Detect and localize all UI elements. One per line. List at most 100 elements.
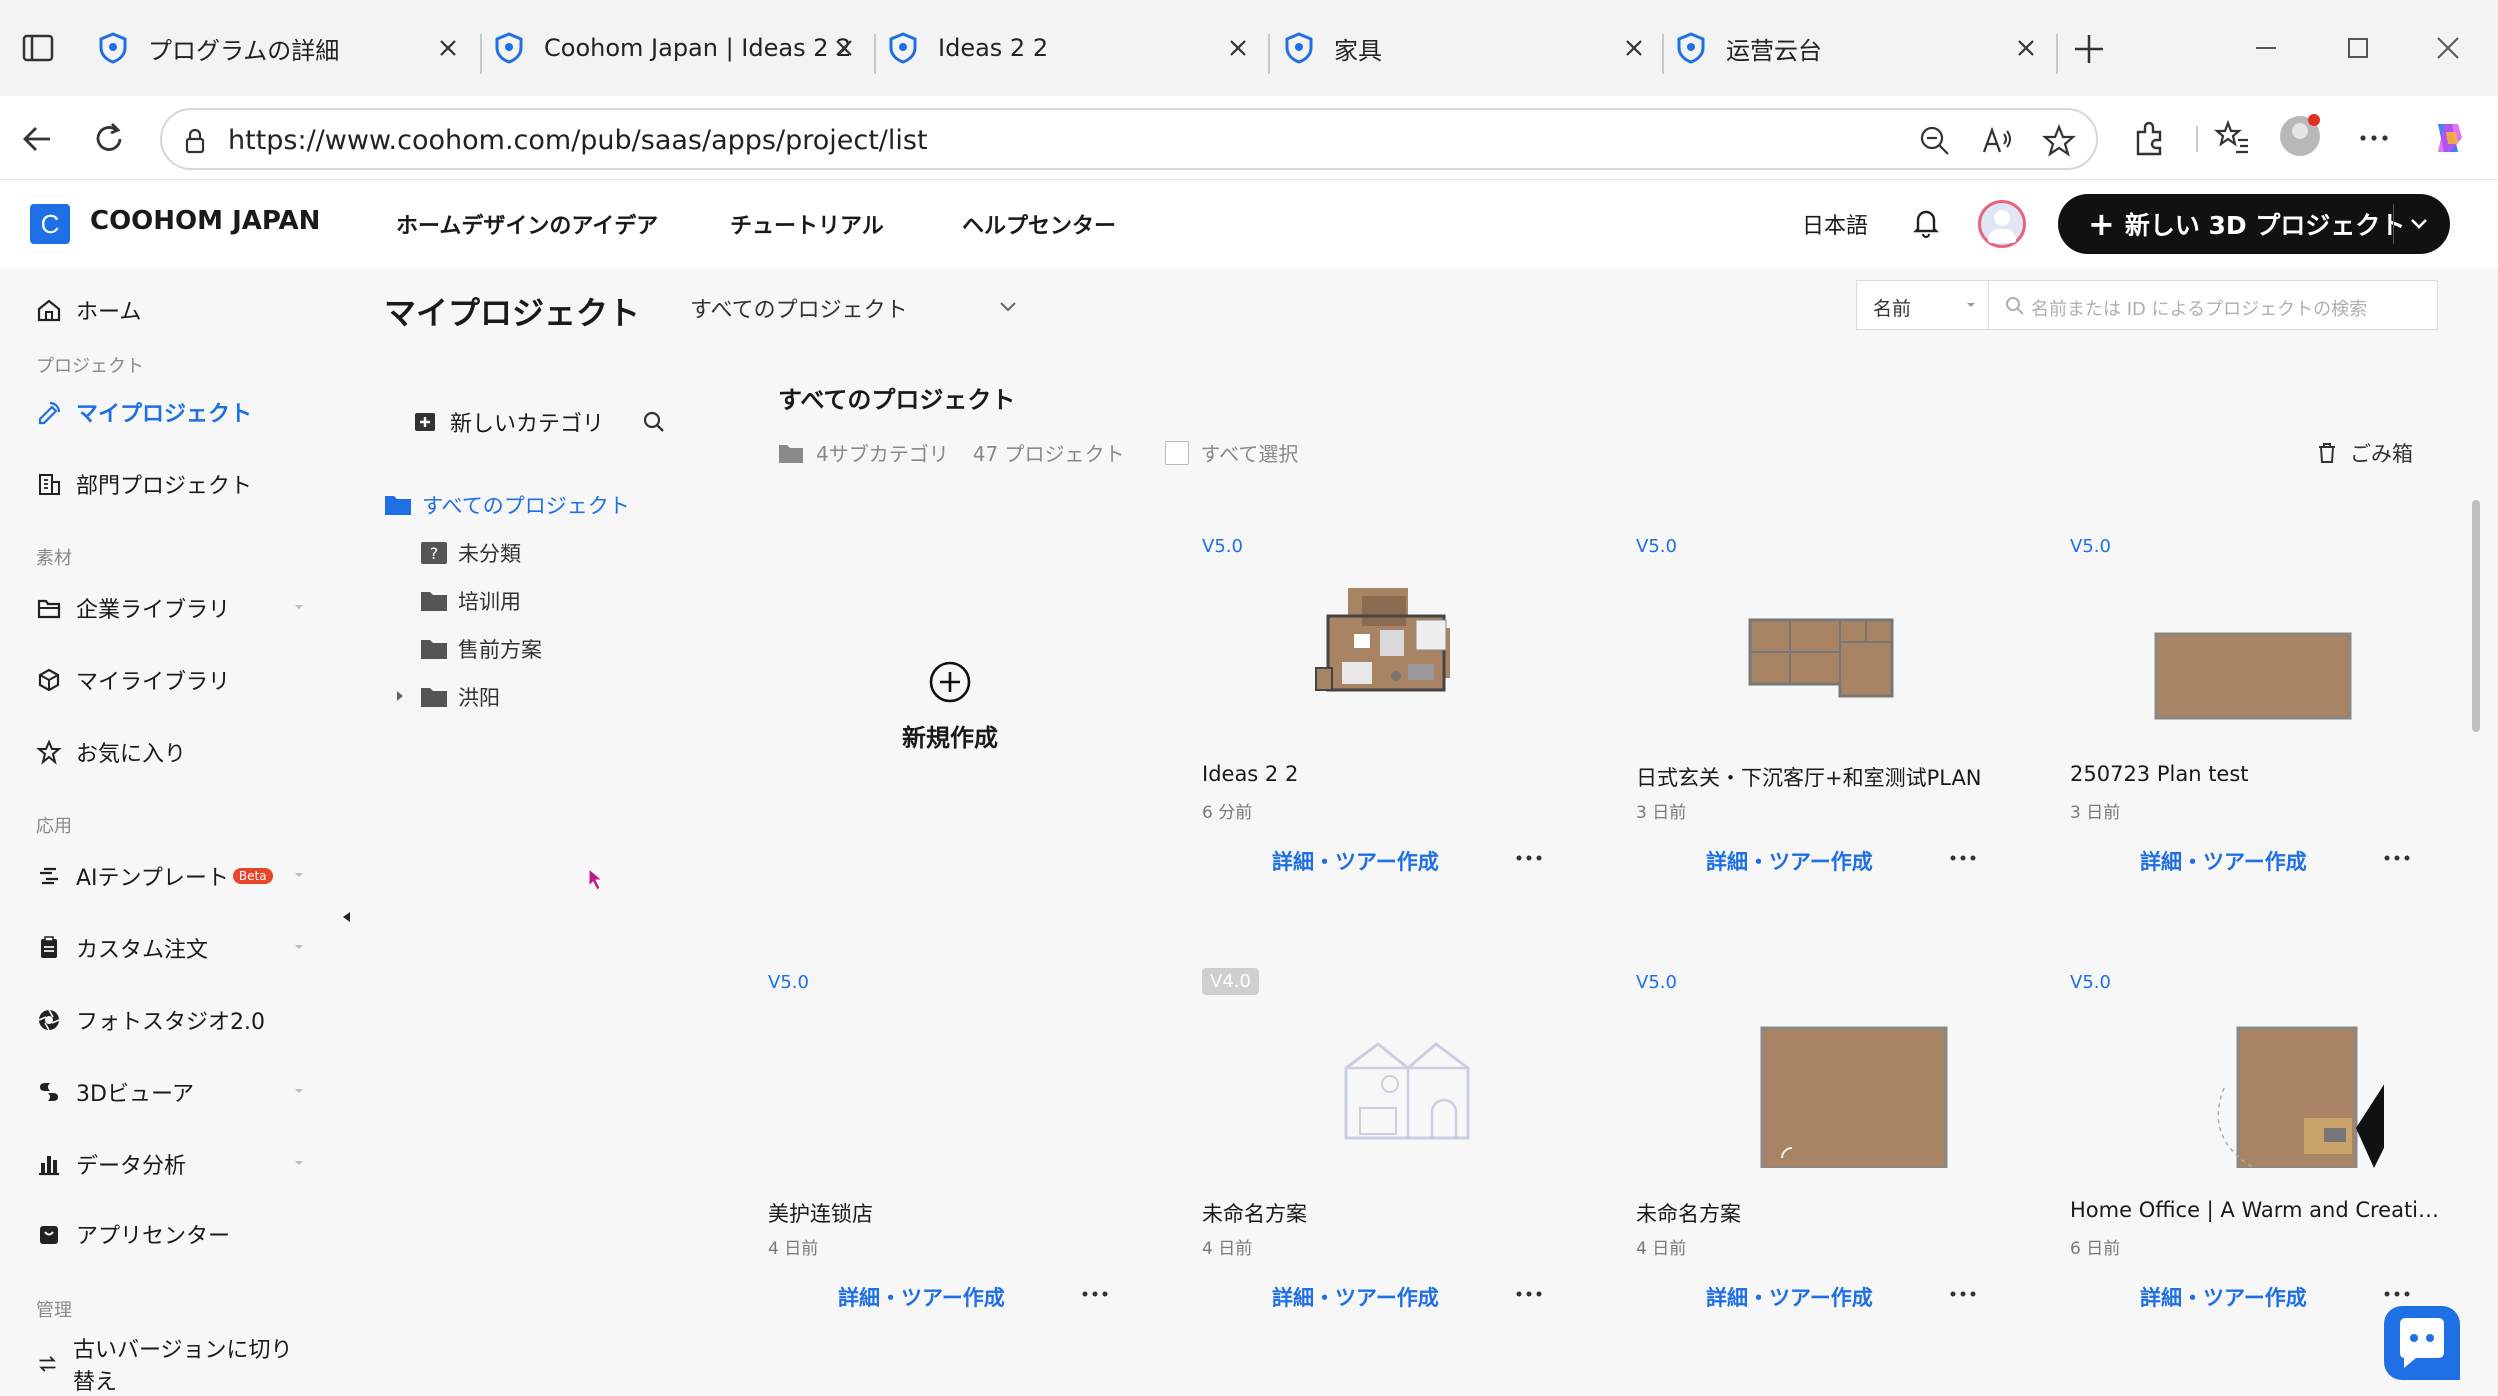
tree-item-uncategorized[interactable]: ? 未分類 — [420, 538, 521, 568]
profile-avatar[interactable] — [2280, 114, 2320, 156]
detail-tour-link[interactable]: 詳細・ツアー作成 — [838, 1282, 1005, 1312]
url-field[interactable]: https://www.coohom.com/pub/saas/apps/pro… — [160, 108, 2098, 170]
copilot-icon[interactable] — [2428, 118, 2468, 158]
sidebar-item-custom-order[interactable]: カスタム注文 — [36, 928, 306, 968]
project-name[interactable]: 未命名方案 — [1636, 1198, 2016, 1228]
lock-icon[interactable] — [178, 124, 212, 158]
project-name[interactable]: Home Office | A Warm and Creative… — [2070, 1198, 2450, 1222]
favorite-star-icon[interactable] — [2042, 124, 2076, 158]
window-close-icon[interactable] — [2430, 30, 2466, 66]
more-icon[interactable] — [2382, 848, 2412, 868]
maximize-icon[interactable] — [2340, 30, 2376, 66]
back-icon[interactable] — [18, 120, 56, 158]
project-name[interactable]: 日式玄关・下沉客厅+和室测试PLAN — [1636, 762, 2016, 792]
tab-program-detail[interactable]: プログラムの詳細 — [96, 20, 474, 76]
new-tab-icon[interactable] — [2070, 30, 2108, 68]
tab-ops-platform[interactable]: 运营云台 — [1674, 20, 2052, 76]
caret-down-icon[interactable] — [292, 940, 306, 954]
project-search-input[interactable]: 名前または ID によるプロジェクトの検索 — [1988, 280, 2438, 330]
bell-icon[interactable] — [1908, 204, 1944, 240]
sidebar-item-dept-projects[interactable]: 部門プロジェクト — [36, 464, 306, 504]
project-card[interactable]: V4.0 未命名方案 4 日前 詳細・ツアー作成 — [1176, 968, 1580, 1372]
minimize-icon[interactable] — [2248, 30, 2284, 66]
project-name[interactable]: 美护连锁店 — [768, 1198, 1148, 1228]
more-icon[interactable] — [1948, 1284, 1978, 1304]
new-category-button[interactable]: 新しいカテゴリ — [412, 406, 604, 438]
sidebar-item-ai-template[interactable]: AIテンプレート Beta — [36, 856, 306, 896]
sidebar-item-enterprise-library[interactable]: 企業ライブラリ — [36, 588, 306, 628]
close-icon[interactable] — [1224, 34, 1252, 62]
more-icon[interactable] — [1948, 848, 1978, 868]
coohom-logo[interactable]: C — [30, 204, 70, 244]
language-selector[interactable]: 日本語 — [1802, 208, 1868, 240]
floorplan-thumbnail[interactable] — [2124, 572, 2384, 732]
detail-tour-link[interactable]: 詳細・ツアー作成 — [2140, 846, 2307, 876]
nav-help-center[interactable]: ヘルプセンター — [962, 208, 1116, 240]
more-icon[interactable] — [1514, 848, 1544, 868]
sidebar-item-my-library[interactable]: マイライブラリ — [36, 660, 306, 700]
tab-furniture[interactable]: 家具 — [1282, 20, 1660, 76]
nav-home-design-ideas[interactable]: ホームデザインのアイデア — [396, 208, 658, 240]
sidebar-item-data-analysis[interactable]: データ分析 — [36, 1144, 306, 1184]
sidebar-toggle-icon[interactable] — [20, 30, 56, 66]
collapse-sidebar-icon[interactable] — [340, 910, 354, 924]
project-name[interactable]: 250723 Plan test — [2070, 762, 2450, 786]
detail-tour-link[interactable]: 詳細・ツアー作成 — [1272, 846, 1439, 876]
sidebar-item-3d-viewer[interactable]: 3Dビューア — [36, 1072, 306, 1112]
tree-item-training[interactable]: 培训用 — [420, 586, 521, 616]
floorplan-thumbnail[interactable] — [1690, 572, 1950, 732]
select-all-checkbox[interactable] — [1164, 440, 1189, 465]
sidebar-item-old-version[interactable]: 古いバージョンに切り替え — [36, 1338, 306, 1395]
new-3d-project-button[interactable]: + 新しい 3D プロジェクト — [2058, 194, 2450, 254]
close-icon[interactable] — [830, 34, 858, 62]
caret-down-icon[interactable] — [292, 1156, 306, 1170]
tab-coohom-ideas[interactable]: Coohom Japan | Ideas 2 2 — [492, 20, 870, 76]
nav-tutorials[interactable]: チュートリアル — [730, 208, 884, 240]
sort-select[interactable]: 名前 — [1856, 280, 1990, 330]
trash-button[interactable]: ごみ箱 — [2316, 438, 2413, 468]
chevron-down-icon[interactable] — [2406, 210, 2432, 236]
close-icon[interactable] — [434, 34, 462, 62]
select-all-label[interactable]: すべて選択 — [1201, 438, 1299, 467]
caret-down-icon[interactable] — [292, 600, 306, 614]
caret-down-icon[interactable] — [292, 868, 306, 882]
sidebar-item-app-center[interactable]: アプリセンター — [36, 1214, 306, 1254]
favorites-list-icon[interactable] — [2212, 118, 2252, 158]
extensions-icon[interactable] — [2130, 118, 2170, 158]
more-icon[interactable] — [1514, 1284, 1544, 1304]
house-placeholder-thumbnail[interactable] — [1256, 1008, 1516, 1168]
sidebar-item-home[interactable]: ホーム — [36, 290, 306, 330]
more-icon[interactable] — [1080, 1284, 1110, 1304]
zoom-out-icon[interactable] — [1918, 124, 1952, 158]
reload-icon[interactable] — [90, 120, 128, 158]
tree-item-hongyang[interactable]: 洪阳 — [397, 682, 500, 712]
expand-caret-icon[interactable] — [394, 690, 406, 702]
user-avatar[interactable] — [1978, 200, 2026, 248]
tab-ideas[interactable]: Ideas 2 2 — [886, 20, 1264, 76]
brand-name[interactable]: COOHOM JAPAN — [90, 206, 320, 236]
empty-thumbnail[interactable] — [822, 1008, 1082, 1168]
chat-support-button[interactable] — [2384, 1306, 2460, 1380]
detail-tour-link[interactable]: 詳細・ツアー作成 — [2140, 1282, 2307, 1312]
close-icon[interactable] — [1620, 34, 1648, 62]
project-card[interactable]: V5.0 Ideas 2 2 6 分前 詳細・ツアー作成 — [1176, 536, 1580, 936]
detail-tour-link[interactable]: 詳細・ツアー作成 — [1706, 846, 1873, 876]
tree-item-presales[interactable]: 售前方案 — [420, 634, 542, 664]
floorplan-thumbnail[interactable] — [1256, 572, 1516, 732]
project-card[interactable]: V5.0 250723 Plan test 3 日前 詳細・ツアー作成 — [2044, 536, 2448, 936]
category-search-icon[interactable] — [640, 408, 668, 436]
detail-tour-link[interactable]: 詳細・ツアー作成 — [1272, 1282, 1439, 1312]
floorplan-thumbnail[interactable] — [2124, 1008, 2384, 1168]
caret-down-icon[interactable] — [292, 1084, 306, 1098]
project-name[interactable]: Ideas 2 2 — [1202, 762, 1582, 786]
read-aloud-icon[interactable] — [1980, 124, 2014, 158]
sidebar-item-photo-studio[interactable]: フォトスタジオ2.0 — [36, 1000, 306, 1040]
detail-tour-link[interactable]: 詳細・ツアー作成 — [1706, 1282, 1873, 1312]
close-icon[interactable] — [2012, 34, 2040, 62]
project-filter-dropdown[interactable]: すべてのプロジェクト — [690, 292, 1020, 323]
new-project-tile[interactable]: 新規作成 — [860, 660, 1040, 753]
project-card[interactable]: V5.0 未命名方案 4 日前 詳細・ツアー作成 — [1610, 972, 2014, 1372]
project-card[interactable]: V5.0 美护连锁店 4 日前 詳細・ツアー作成 — [742, 972, 1146, 1372]
tree-item-all-projects[interactable]: すべてのプロジェクト — [384, 490, 630, 520]
more-icon[interactable] — [2382, 1284, 2412, 1304]
